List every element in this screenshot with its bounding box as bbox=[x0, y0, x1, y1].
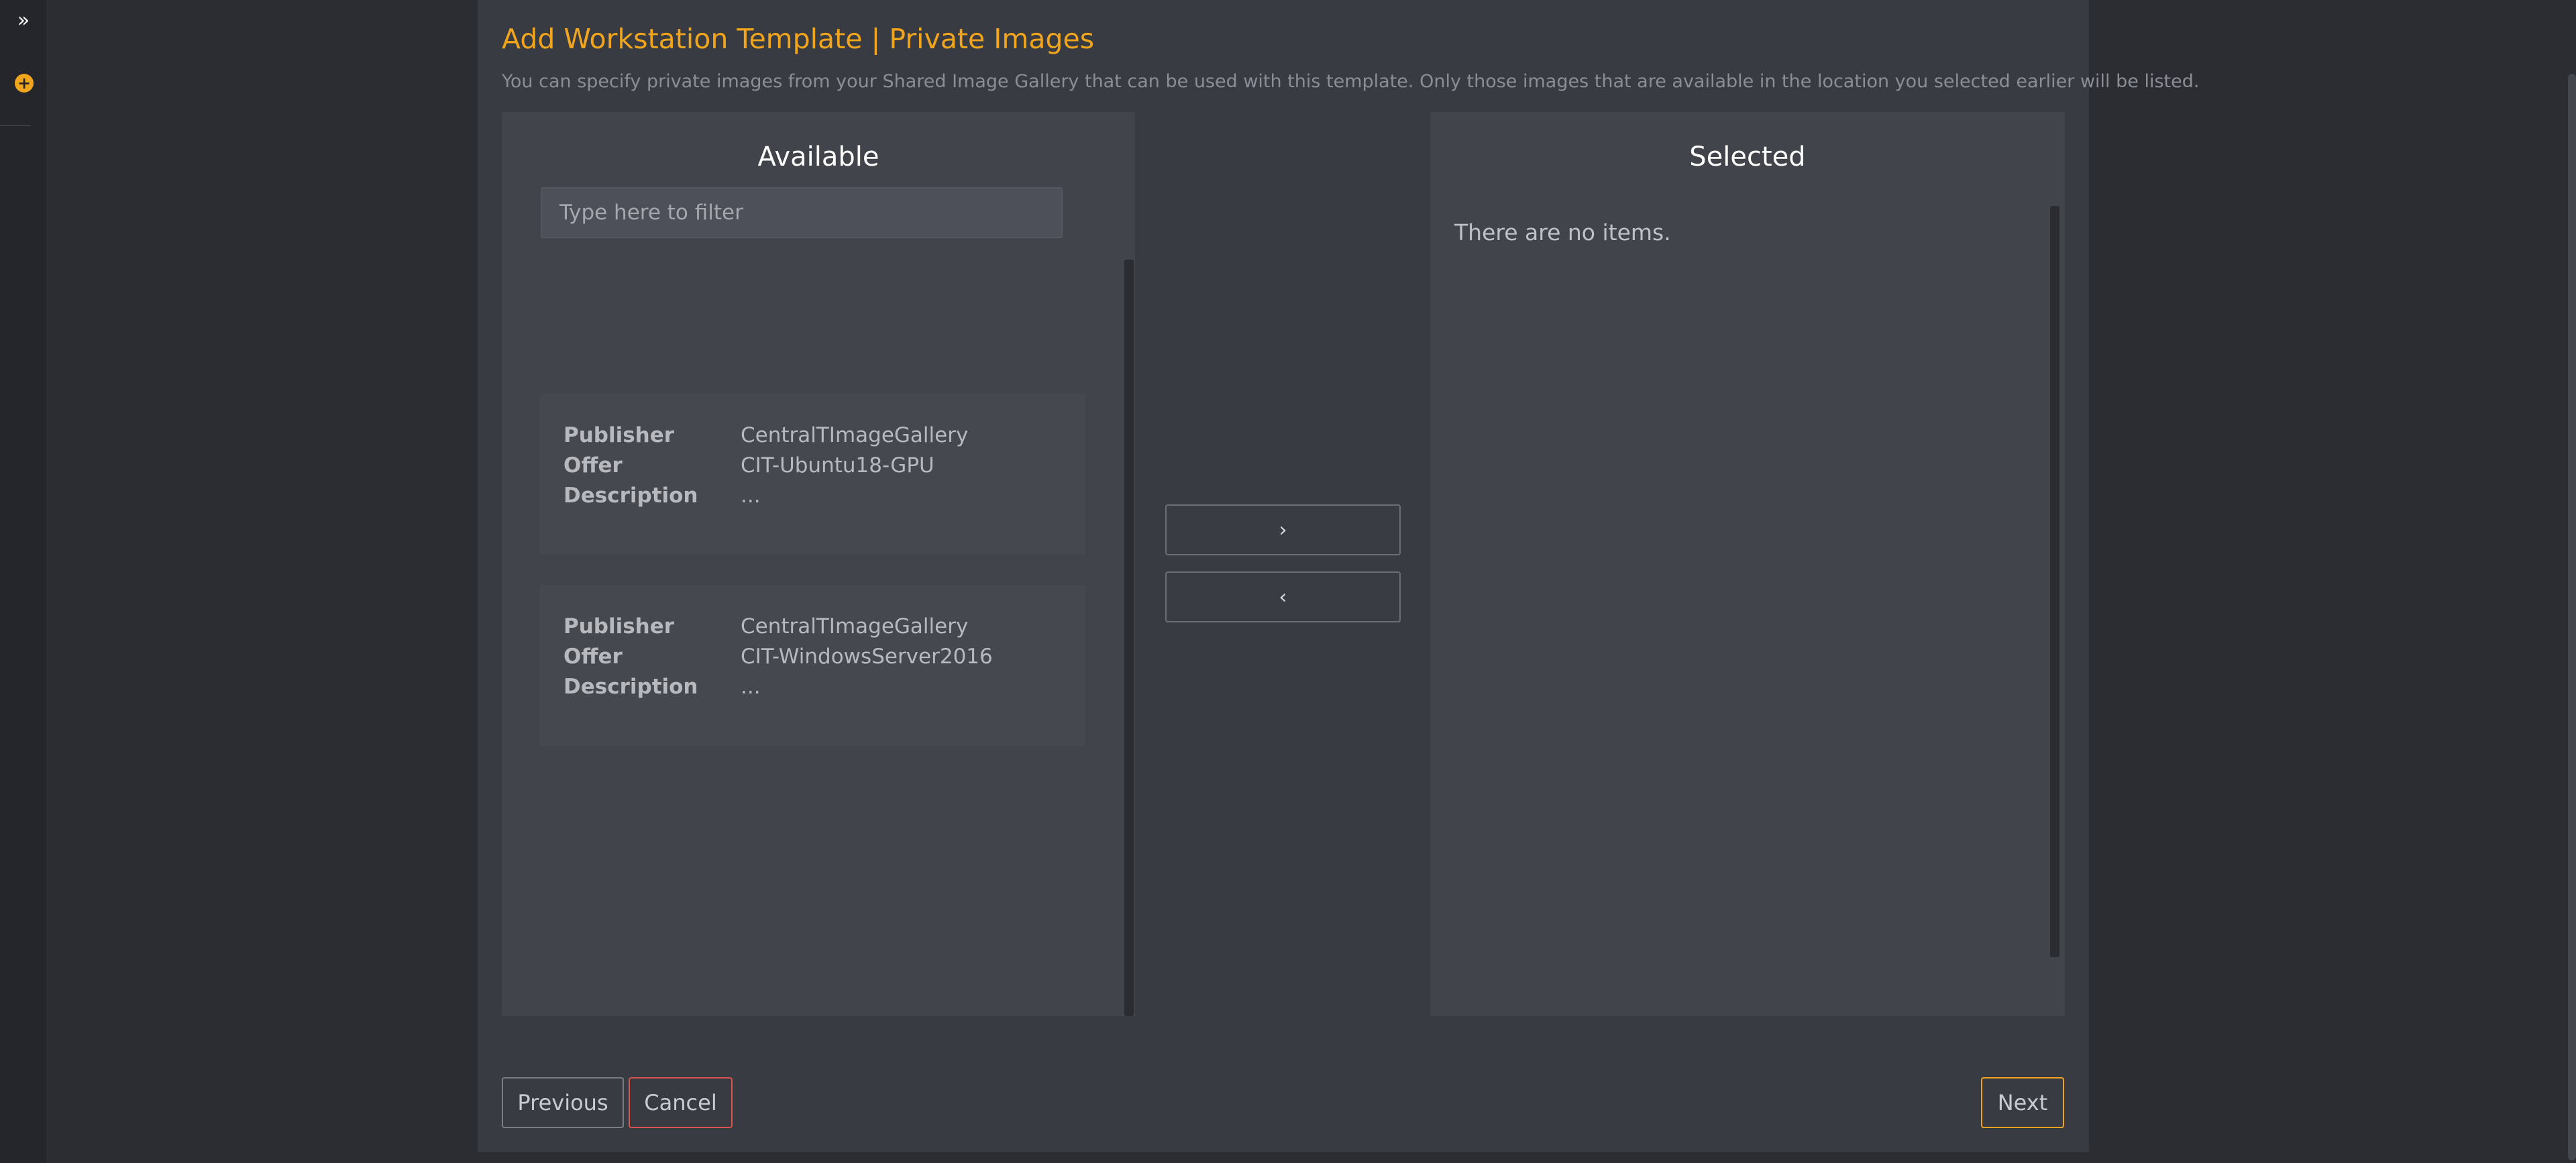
description-value: ... bbox=[741, 675, 761, 699]
description-value: ... bbox=[741, 484, 761, 508]
selected-panel: Selected There are no items. bbox=[1430, 112, 2065, 1016]
publisher-label: Publisher bbox=[564, 614, 675, 639]
available-heading: Available bbox=[757, 142, 879, 172]
available-list-scrollbar[interactable] bbox=[1124, 260, 1134, 1016]
offer-value: CIT-Ubuntu18-GPU bbox=[741, 453, 934, 478]
empty-state-text: There are no items. bbox=[1454, 219, 1671, 245]
page-subtitle: You can specify private images from your… bbox=[502, 71, 2200, 92]
filter-input[interactable] bbox=[541, 187, 1063, 238]
offer-label: Offer bbox=[564, 453, 623, 478]
expand-sidebar-icon[interactable]: » bbox=[12, 9, 35, 32]
cancel-button[interactable]: Cancel bbox=[629, 1077, 733, 1128]
publisher-value: CentralTImageGallery bbox=[741, 614, 969, 639]
add-icon[interactable]: + bbox=[15, 74, 34, 93]
description-label: Description bbox=[564, 484, 698, 508]
page-title: Add Workstation Template | Private Image… bbox=[502, 23, 1095, 55]
move-right-button[interactable]: › bbox=[1165, 504, 1401, 555]
publisher-label: Publisher bbox=[564, 423, 675, 447]
description-label: Description bbox=[564, 675, 698, 699]
list-item[interactable]: Publisher CentralTImageGallery Offer CIT… bbox=[539, 394, 1085, 555]
available-list[interactable]: Publisher CentralTImageGallery Offer CIT… bbox=[502, 260, 1135, 1016]
next-button[interactable]: Next bbox=[1981, 1077, 2064, 1128]
offer-label: Offer bbox=[564, 645, 623, 669]
available-panel: Available Publisher CentralTImageGallery… bbox=[502, 112, 1135, 1016]
wizard-panel: Add Workstation Template | Private Image… bbox=[478, 0, 2199, 1152]
selected-list-scrollbar[interactable] bbox=[2050, 206, 2059, 957]
selected-heading: Selected bbox=[1689, 142, 1806, 172]
left-rail: » + bbox=[0, 0, 46, 1163]
publisher-value: CentralTImageGallery bbox=[741, 423, 969, 447]
page-scrollbar[interactable] bbox=[2568, 74, 2576, 1160]
previous-button[interactable]: Previous bbox=[502, 1077, 624, 1128]
offer-value: CIT-WindowsServer2016 bbox=[741, 645, 993, 669]
list-item[interactable]: Publisher CentralTImageGallery Offer CIT… bbox=[539, 585, 1085, 746]
move-left-button[interactable]: ‹ bbox=[1165, 571, 1401, 622]
rail-divider bbox=[0, 125, 31, 126]
